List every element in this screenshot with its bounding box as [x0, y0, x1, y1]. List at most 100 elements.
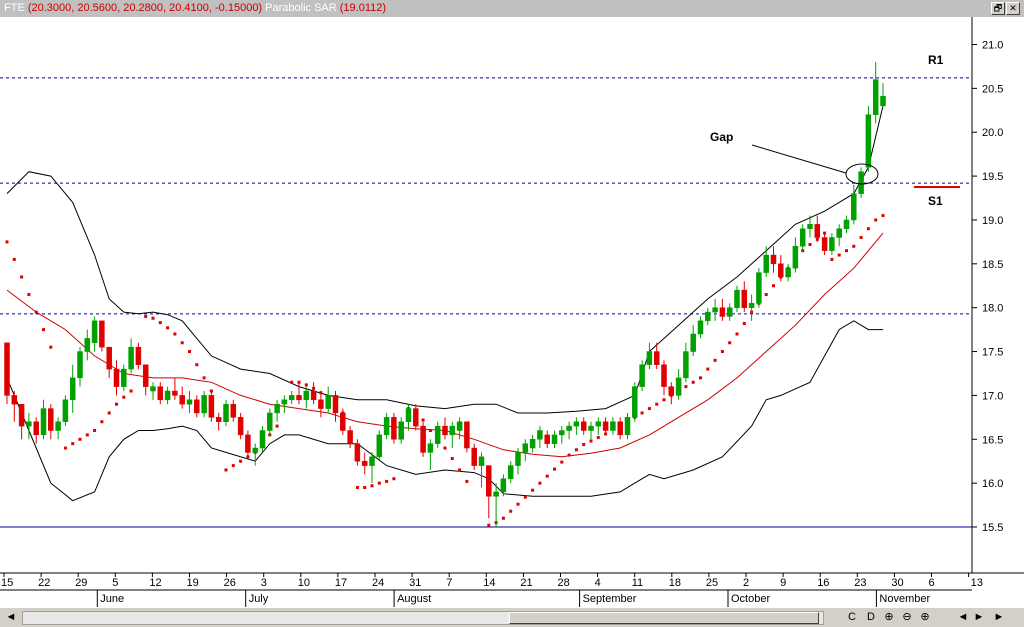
candle-body [84, 338, 91, 352]
xtick-label: 10 [298, 577, 310, 589]
candle-body [121, 368, 127, 387]
candle-8 [62, 395, 69, 427]
candle-body [113, 368, 120, 387]
annotation-s1: S1 [928, 194, 943, 208]
candle-body [398, 421, 404, 440]
horizontal-scrollbar[interactable] [22, 611, 824, 625]
sar-dot-48 [392, 477, 396, 481]
candle-body [785, 267, 791, 278]
sar-dot-19 [158, 321, 162, 325]
candle-13 [99, 320, 105, 352]
candle-body [683, 351, 689, 379]
sar-dot-70 [574, 448, 578, 452]
close-button[interactable]: ✕ [1006, 2, 1020, 15]
sar-dot-17 [144, 314, 148, 318]
restore-button[interactable]: 🗗 [991, 2, 1005, 15]
ytick-label: 18.5 [982, 259, 1003, 271]
candle-body [383, 417, 390, 436]
chart-area[interactable]: 15.5 16.0 16.5 17.0 17.5 18.0 18.5 19.0 19.5 20.0… [0, 17, 1024, 609]
sar-dot-61 [509, 509, 513, 513]
candle-86 [632, 382, 638, 422]
sar-dot-72 [589, 439, 593, 443]
candle-body [77, 351, 83, 379]
ytick-label: 20.0 [982, 127, 1003, 139]
sar-dot-62 [516, 502, 520, 506]
sar-dot-44 [363, 486, 367, 490]
candle-body [821, 237, 828, 251]
candle-body [741, 289, 748, 308]
sar-dot-110 [881, 214, 885, 218]
candle-body [865, 114, 872, 168]
candle-body [186, 399, 193, 405]
candle-body [522, 443, 529, 453]
zoom-out-button[interactable]: C [845, 610, 859, 624]
sar-dot-43 [355, 486, 359, 490]
candle-body [40, 408, 47, 436]
xtick-label: 17 [335, 577, 347, 589]
sar-dot-103 [830, 257, 834, 261]
month-label: June [100, 593, 124, 605]
sar-dot-51 [421, 418, 425, 422]
xtick-label: 21 [520, 577, 532, 589]
candle-body [142, 364, 149, 387]
scroll-last-button[interactable]: ► [992, 610, 1006, 624]
scroll-next-button[interactable]: ► [972, 610, 986, 624]
candle-body [851, 193, 857, 221]
xtick-label: 31 [409, 577, 421, 589]
sar-dot-108 [866, 227, 870, 231]
candle-body [675, 377, 682, 396]
add-button[interactable]: ⊕ [918, 610, 932, 624]
candle-body [595, 421, 602, 427]
candle-body [573, 421, 580, 427]
zoom-in-button[interactable]: ⊕ [882, 610, 896, 624]
sar-dot-107 [859, 236, 863, 239]
price-chart[interactable]: 15.5 16.0 16.5 17.0 17.5 18.0 18.5 19.0 19.5 20.0… [0, 17, 1024, 609]
ytick-label: 17.0 [982, 390, 1003, 402]
ticker-readout: FTE (20.3000, 20.5600, 20.2800, 20.4100,… [4, 2, 386, 15]
scrollbar-thumb[interactable] [509, 612, 819, 624]
sar-dot-84 [691, 380, 695, 384]
candle-body [544, 434, 550, 444]
sar-dot-15 [122, 395, 126, 399]
sar-dot-100 [808, 243, 812, 247]
scroll-first-button[interactable]: ◄ [4, 610, 18, 624]
candle-body [872, 79, 879, 115]
candle-body [91, 320, 98, 344]
sar-dot-69 [567, 453, 571, 457]
reset-button[interactable]: ⊖ [900, 610, 914, 624]
scroll-prev-button[interactable]: ◄ [956, 610, 970, 624]
candle-body [799, 228, 806, 247]
candle-body [354, 443, 361, 462]
candle-body [172, 390, 178, 396]
candle-body [500, 478, 507, 493]
scale-button[interactable]: D [864, 610, 878, 624]
xtick-label: 5 [112, 577, 118, 589]
xtick-label: 26 [224, 577, 236, 589]
candle-body [632, 386, 638, 418]
ohlc-readout: (20.3000, 20.5600, 20.2800, 20.4100, -0.… [27, 2, 263, 14]
candle-body [624, 417, 631, 436]
candle-body [756, 272, 762, 304]
candle-0 [4, 342, 10, 405]
candle-body [215, 417, 222, 422]
candle-body [705, 311, 711, 322]
candle-body [340, 412, 346, 431]
sar-dot-34 [275, 424, 279, 428]
candle-body [464, 421, 470, 449]
candle-body [325, 395, 331, 409]
indicator-name: Parabolic SAR [265, 2, 337, 14]
sar-dot-13 [107, 411, 111, 415]
sar-dot-2 [20, 275, 24, 279]
candle-body [33, 421, 39, 436]
candle-body [697, 320, 704, 335]
xtick-label: 7 [446, 577, 452, 589]
candle-body [194, 399, 200, 414]
candle-body [610, 421, 616, 431]
candle-body [55, 421, 61, 431]
candle-body [442, 425, 448, 436]
sar-dot-86 [706, 367, 710, 371]
sar-dot-67 [553, 467, 556, 471]
sar-dot-90 [735, 332, 739, 336]
candle-body [201, 395, 207, 414]
candle-body [471, 447, 477, 466]
